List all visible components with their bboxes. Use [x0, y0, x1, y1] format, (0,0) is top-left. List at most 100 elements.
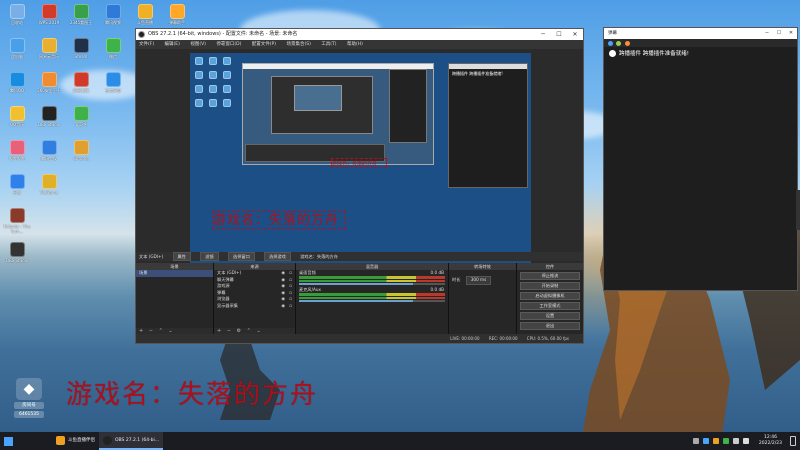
desktop-icon[interactable]: 百度网盘: [94, 72, 132, 93]
tray-douyu-icon[interactable]: [712, 438, 719, 444]
desktop-icon[interactable]: WeGame: [30, 174, 68, 195]
menu-scene-collection[interactable]: 场景集合(S): [286, 42, 310, 47]
chat-close-button[interactable]: ✕: [785, 28, 797, 39]
live-status: LIVE: 00:00:00: [450, 336, 480, 341]
tray-wechat-icon[interactable]: [722, 438, 729, 444]
filters-button[interactable]: 滤镜: [200, 252, 219, 261]
app-icon: [73, 140, 89, 155]
start-button[interactable]: [0, 432, 16, 450]
virtual-camera-button[interactable]: 启动虚拟摄像机: [520, 292, 580, 300]
obs-window[interactable]: OBS 27.2.1 (64-bit, windows) - 配置文件: 未命名…: [135, 28, 584, 344]
scenes-title: 场景: [136, 263, 213, 270]
windows-taskbar: 斗鱼直播伴侣 OBS 27.2.1 (64-bi... 12:46 2022/2…: [0, 432, 800, 450]
stop-streaming-button[interactable]: 停止推流: [520, 272, 580, 280]
taskbar-app-douyu-label: 斗鱼直播伴侣: [68, 438, 95, 443]
chat-title: 弹幕: [608, 31, 617, 36]
desktop-icon-label: WeGame: [39, 190, 59, 195]
app-icon: [73, 38, 89, 53]
chat-gift-icon[interactable]: [616, 40, 622, 46]
duration-row: 时长 300 ms: [449, 276, 516, 285]
menu-tools[interactable]: 工具(T): [321, 42, 336, 47]
windows-logo-icon: [3, 436, 13, 446]
obs-app-icon: [103, 435, 112, 445]
app-icon: [41, 38, 57, 53]
visibility-eye-icon[interactable]: ◉: [281, 303, 285, 310]
app-icon: [41, 174, 57, 189]
room-id: 6461535: [14, 411, 44, 418]
mixer-track-desktop: 桌面音频 0.0 dB: [296, 270, 448, 285]
mic-volume-slider[interactable]: [299, 300, 445, 302]
lock-icon[interactable]: ▫: [289, 303, 292, 310]
desktop-icon[interactable]: Chrome: [62, 140, 100, 161]
preview-nested-chat-message: 跨播插件 跨播插件准备就绪!: [452, 71, 503, 76]
preview-nested-obs: 游戏名：失落的方舟: [242, 63, 434, 168]
transitions-dock: 转场特效 时长 300 ms: [449, 263, 517, 335]
obs-docks: 场景 场景 + − ⌃ ⌄ 来源 文本 (GDI+) ◉ ▫ 聊天弹幕 ◉ ▫ 游戏源 ◉ ▫ 弹…: [136, 263, 583, 335]
transitions-title: 转场特效: [449, 263, 516, 270]
studio-mode-button[interactable]: 工作室模式: [520, 302, 580, 310]
tray-app-icon[interactable]: [702, 438, 709, 444]
desktop-icon[interactable]: Nobody - The Turn...: [0, 208, 36, 234]
taskbar-app-douyu[interactable]: 斗鱼直播伴侣: [52, 432, 99, 450]
menu-edit[interactable]: 编辑(E): [165, 42, 180, 47]
menu-help[interactable]: 帮助(H): [347, 42, 363, 47]
mixer-dock: 混音器 桌面音频 0.0 dB 麦克风/Aux 0.0 dB: [296, 263, 449, 335]
app-icon: [9, 208, 25, 223]
desktop-icon[interactable]: 弹幕助手: [158, 4, 196, 25]
desktop-icon[interactable]: 爱奇艺: [62, 106, 100, 127]
notification-icon[interactable]: [790, 436, 796, 446]
mixer-title: 混音器: [296, 263, 448, 270]
chat-maximize-button[interactable]: ☐: [773, 28, 785, 39]
menu-view[interactable]: 视图(V): [190, 42, 206, 47]
sources-title: 来源: [214, 263, 295, 270]
menu-profile[interactable]: 配置文件(P): [252, 42, 276, 47]
desktop-volume-slider[interactable]: [299, 283, 445, 285]
start-recording-button[interactable]: 开始录制: [520, 282, 580, 290]
chat-minimize-button[interactable]: ─: [761, 28, 773, 39]
chat-window[interactable]: 弹幕 ─ ☐ ✕ 跨播插件 跨播插件准备就绪!: [603, 27, 798, 291]
desktop-icon[interactable]: 微信: [94, 38, 132, 59]
system-tray: 12:46 2022/2/23: [691, 432, 800, 450]
select-window-button[interactable]: 选择窗口: [228, 252, 255, 261]
menu-docks[interactable]: 停靠窗口(D): [216, 42, 241, 47]
app-icon: [9, 174, 25, 189]
desktop-icon-label: 百度网盘: [105, 88, 121, 93]
settings-button[interactable]: 设置: [520, 312, 580, 320]
select-game-button[interactable]: 选择游戏: [264, 252, 291, 261]
taskbar-app-obs[interactable]: OBS 27.2.1 (64-bi...: [99, 432, 164, 450]
obs-preview[interactable]: 游戏名：失落的方舟 跨播插件 跨播插件准备就绪! 游戏名：失落的方舟: [190, 53, 531, 275]
preview-nested-game-text: 游戏名：失落的方舟: [331, 158, 387, 168]
chat-flag-icon[interactable]: [624, 40, 630, 46]
tray-network-icon[interactable]: [732, 438, 739, 444]
duration-input[interactable]: 300 ms: [465, 276, 492, 285]
app-icon: [41, 140, 57, 155]
exit-button[interactable]: 退出: [520, 322, 580, 330]
clock-date: 2022/2/23: [758, 441, 782, 446]
desktop-icon-label: 爱奇艺: [75, 122, 87, 127]
tray-chevron-icon[interactable]: [692, 438, 699, 444]
desktop-icon[interactable]: OBS Studio: [0, 242, 36, 263]
scene-item[interactable]: 场景: [136, 270, 213, 277]
menu-file[interactable]: 文件(F): [139, 42, 154, 47]
source-item-label: 浏览器: [217, 296, 230, 301]
douyu-watermark: ◆ 房间号 6461535: [14, 378, 44, 428]
selected-source-name: 文本 (GDI+): [139, 254, 164, 259]
preview-desktop-icons: [192, 55, 238, 111]
taskbar-clock[interactable]: 12:46 2022/2/23: [751, 435, 790, 447]
chat-titlebar[interactable]: 弹幕 ─ ☐ ✕: [604, 28, 797, 39]
tray-volume-icon[interactable]: [742, 438, 749, 444]
obs-titlebar[interactable]: OBS 27.2.1 (64-bit, windows) - 配置文件: 未命名…: [136, 29, 583, 40]
app-icon: [73, 106, 89, 121]
app-icon: [9, 4, 25, 19]
close-button[interactable]: ✕: [567, 29, 583, 40]
maximize-button[interactable]: ☐: [551, 29, 567, 40]
douyu-app-icon: [56, 435, 65, 445]
chat-message-text: 跨播插件 跨播插件准备就绪!: [619, 51, 689, 57]
source-item[interactable]: 显示器采集 ◉ ▫: [214, 303, 295, 310]
chat-settings-icon[interactable]: [608, 40, 613, 46]
obs-statusbar: LIVE: 00:00:00 REC: 00:00:00 CPU: 0.5%, …: [136, 334, 583, 343]
chat-avatar-icon: [609, 50, 616, 57]
minimize-button[interactable]: ─: [535, 29, 551, 40]
chat-scrollbar[interactable]: [796, 190, 800, 230]
properties-button[interactable]: 属性: [172, 252, 191, 261]
